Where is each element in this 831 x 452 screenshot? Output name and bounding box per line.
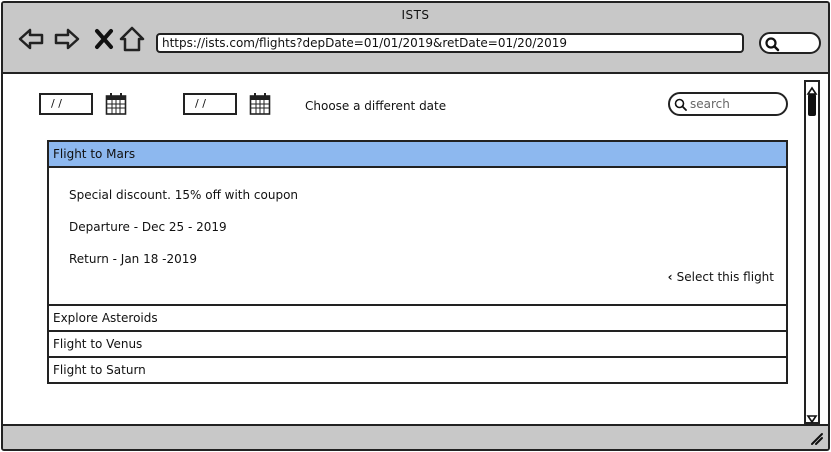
departure-text: Departure - Dec 25 - 2019 bbox=[69, 220, 227, 234]
browser-window: ISTS https://ists.com/flights?depDate=01… bbox=[1, 1, 830, 451]
departure-date-input[interactable]: / / bbox=[39, 93, 93, 115]
return-date-input[interactable]: / / bbox=[183, 93, 237, 115]
vertical-scrollbar[interactable] bbox=[804, 80, 820, 424]
accordion-header-flight-to-saturn[interactable]: Flight to Saturn bbox=[47, 356, 788, 384]
select-flight-label: Select this flight bbox=[676, 270, 774, 284]
home-button[interactable] bbox=[118, 25, 146, 53]
choose-date-label: Choose a different date bbox=[305, 99, 447, 113]
calendar-icon bbox=[105, 93, 127, 115]
url-bar[interactable]: https://ists.com/flights?depDate=01/01/2… bbox=[156, 33, 744, 53]
search-placeholder: search bbox=[690, 97, 730, 111]
return-text: Return - Jan 18 -2019 bbox=[69, 252, 198, 266]
search-icon bbox=[674, 98, 687, 111]
accordion-header-explore-asteroids[interactable]: Explore Asteroids bbox=[47, 304, 788, 332]
departure-calendar-button[interactable] bbox=[105, 92, 127, 116]
close-x-icon bbox=[95, 29, 113, 49]
accordion-header-flight-to-mars[interactable]: Flight to Mars bbox=[47, 140, 788, 168]
window-title: ISTS bbox=[401, 8, 430, 22]
page-content: / / / / Choose a different date search F… bbox=[3, 76, 803, 426]
resize-grip-icon[interactable] bbox=[808, 430, 824, 446]
discount-text: Special discount. 15% off with coupon bbox=[69, 188, 299, 202]
select-flight-link[interactable]: ‹ Select this flight bbox=[668, 270, 774, 284]
scroll-up-button[interactable] bbox=[806, 82, 818, 95]
title-bar: ISTS https://ists.com/flights?depDate=01… bbox=[3, 3, 828, 74]
chevron-left-icon: ‹ bbox=[667, 270, 673, 284]
back-arrow-icon bbox=[18, 28, 44, 50]
flights-accordion: Flight to Mars Special discount. 15% off… bbox=[47, 140, 788, 384]
search-input[interactable]: search bbox=[668, 92, 788, 116]
home-icon bbox=[119, 26, 145, 52]
stop-button[interactable] bbox=[90, 25, 118, 53]
forward-arrow-icon bbox=[54, 28, 80, 50]
accordion-panel-flight-to-mars: Special discount. 15% off with coupon De… bbox=[47, 168, 788, 306]
forward-button[interactable] bbox=[53, 25, 81, 53]
scroll-down-button[interactable] bbox=[806, 410, 818, 424]
calendar-icon bbox=[249, 93, 271, 115]
back-button[interactable] bbox=[17, 25, 45, 53]
status-bar bbox=[3, 424, 828, 449]
accordion-header-flight-to-venus[interactable]: Flight to Venus bbox=[47, 330, 788, 358]
search-icon bbox=[765, 37, 780, 52]
browser-search-button[interactable] bbox=[759, 32, 821, 54]
scroll-thumb[interactable] bbox=[808, 94, 816, 116]
return-calendar-button[interactable] bbox=[249, 92, 271, 116]
